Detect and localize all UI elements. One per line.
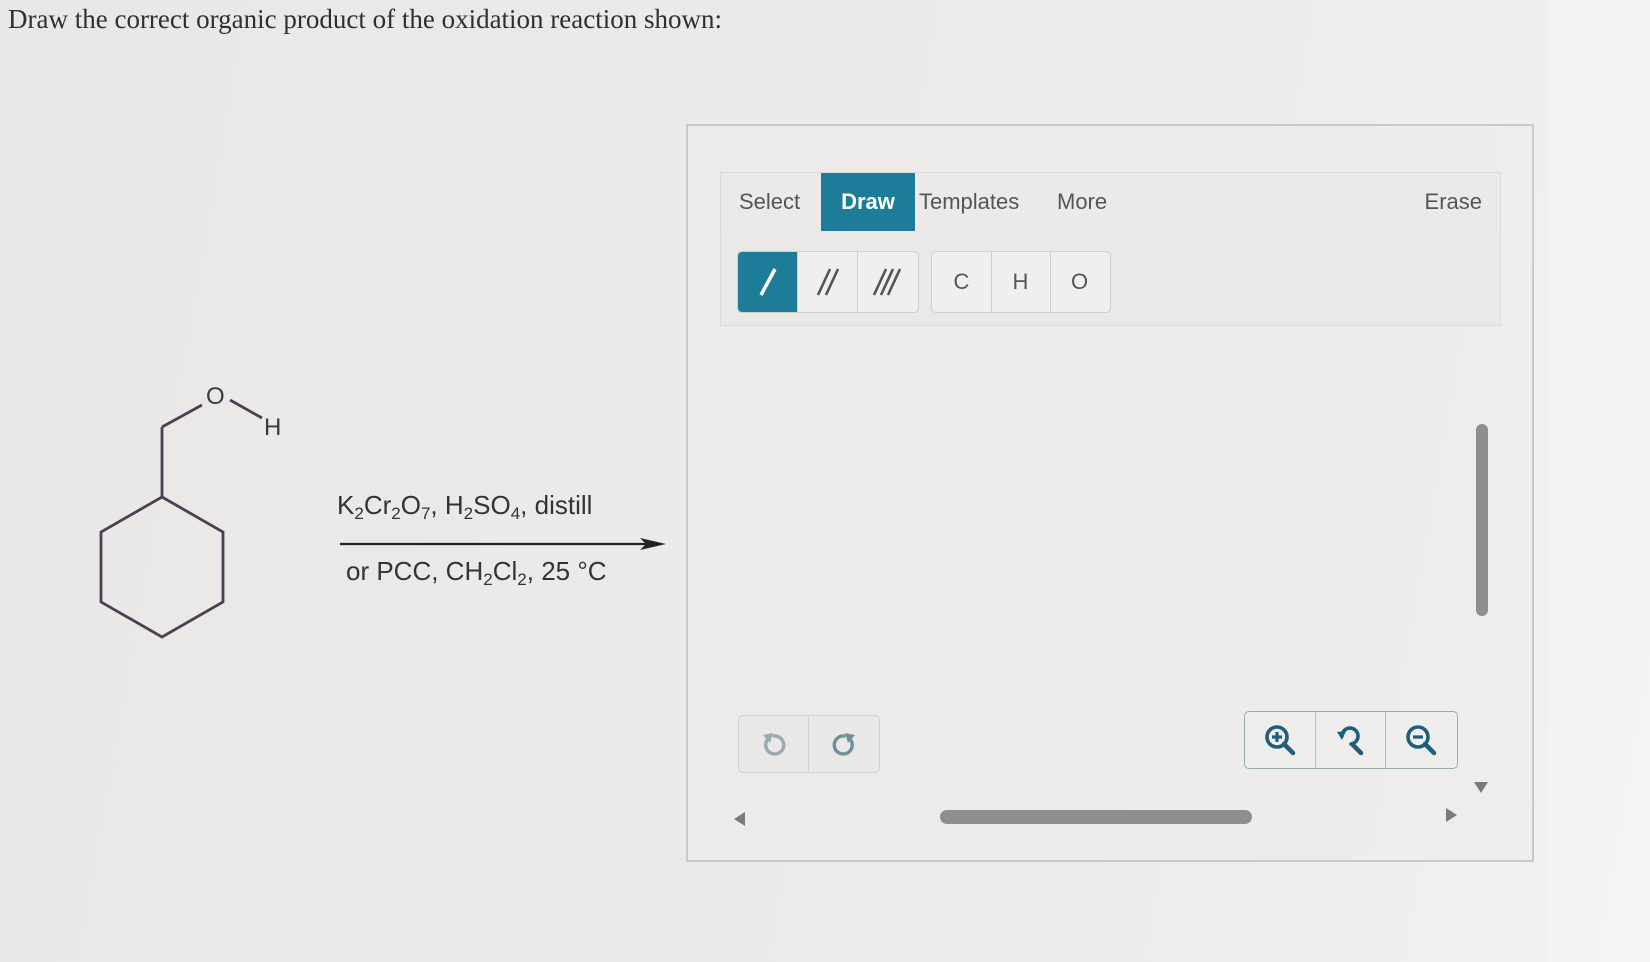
zoom-out-icon bbox=[1406, 725, 1437, 756]
zoom-in-icon bbox=[1265, 725, 1296, 756]
scroll-right-arrow-icon[interactable] bbox=[1446, 808, 1457, 822]
sketcher-tab-bar: Select Draw Templates More Erase bbox=[720, 172, 1501, 232]
zoom-group bbox=[1244, 711, 1458, 769]
history-group bbox=[738, 715, 880, 773]
question-text: Draw the correct organic product of the … bbox=[8, 4, 723, 34]
single-bond-icon bbox=[758, 268, 777, 296]
reactant-structure: O H bbox=[99, 383, 281, 639]
bond-ch2-o bbox=[161, 403, 203, 429]
cyclohexane-ring bbox=[99, 495, 225, 639]
oxygen-label: O bbox=[206, 383, 225, 410]
zoom-out-button[interactable] bbox=[1386, 712, 1456, 768]
reagent-condition-2: or PCC, CH2Cl2, 25 °C bbox=[346, 556, 607, 589]
zoom-in-button[interactable] bbox=[1245, 712, 1316, 768]
triple-bond-button[interactable] bbox=[858, 252, 917, 312]
tab-more[interactable]: More bbox=[1057, 173, 1107, 231]
vertical-scrollbar[interactable] bbox=[1476, 424, 1488, 616]
atom-tool-group: C H O bbox=[931, 251, 1111, 313]
single-bond-button[interactable] bbox=[738, 252, 798, 312]
undo-button[interactable] bbox=[739, 716, 809, 772]
scroll-left-arrow-icon[interactable] bbox=[734, 812, 745, 826]
horizontal-scrollbar[interactable] bbox=[940, 810, 1252, 824]
reaction-arrow bbox=[340, 538, 666, 550]
atom-carbon-button[interactable]: C bbox=[932, 252, 992, 312]
page-margin bbox=[1548, 0, 1650, 962]
undo-icon bbox=[762, 733, 785, 756]
double-bond-icon bbox=[816, 268, 839, 296]
redo-icon bbox=[832, 733, 855, 756]
hydrogen-label: H bbox=[264, 414, 281, 441]
tab-select[interactable]: Select bbox=[739, 173, 800, 231]
reagent-condition-1: K2Cr2O7, H2SO4, distill bbox=[337, 490, 593, 523]
double-bond-button[interactable] bbox=[798, 252, 858, 312]
bond-o-h bbox=[229, 398, 263, 420]
molecule-sketcher[interactable]: Select Draw Templates More Erase C H O bbox=[686, 124, 1534, 862]
draw-toolbar: C H O bbox=[720, 231, 1501, 326]
redo-button[interactable] bbox=[809, 716, 878, 772]
atom-hydrogen-button[interactable]: H bbox=[991, 252, 1051, 312]
triple-bond-icon bbox=[872, 268, 901, 296]
scroll-down-arrow-icon[interactable] bbox=[1474, 782, 1488, 793]
erase-button[interactable]: Erase bbox=[1425, 173, 1482, 231]
tab-templates[interactable]: Templates bbox=[919, 173, 1019, 231]
bond-tool-group bbox=[737, 251, 919, 313]
zoom-reset-button[interactable] bbox=[1315, 712, 1386, 768]
zoom-reset-icon bbox=[1337, 726, 1364, 756]
tab-draw[interactable]: Draw bbox=[821, 173, 915, 231]
atom-oxygen-button[interactable]: O bbox=[1050, 252, 1109, 312]
